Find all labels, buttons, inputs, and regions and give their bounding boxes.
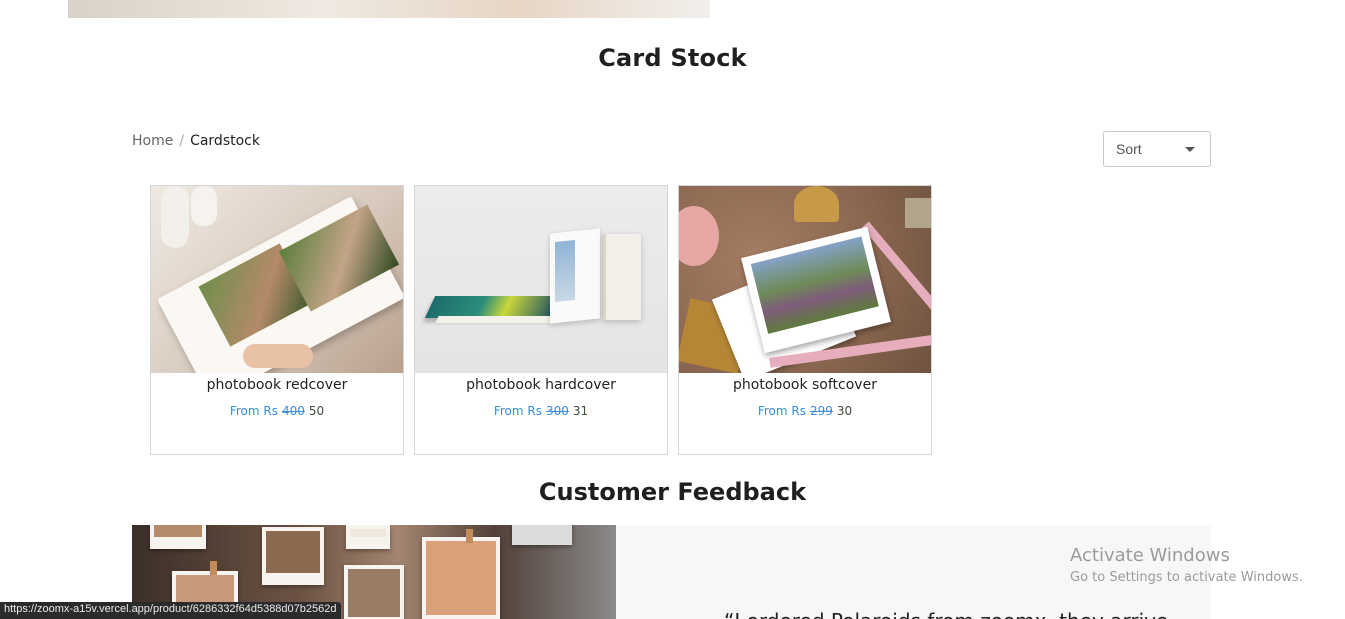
- new-price: 50: [308, 404, 325, 418]
- old-price: 400: [281, 404, 305, 418]
- product-card[interactable]: photobook hardcover From Rs 300 31: [414, 185, 668, 455]
- price-prefix: From Rs: [229, 404, 278, 418]
- feedback-quote: “I ordered Polaroids from zoomx, they ar…: [724, 609, 1168, 619]
- product-price: From Rs 299 30: [758, 404, 852, 418]
- customer-feedback-title: Customer Feedback: [538, 478, 807, 506]
- old-price: 300: [545, 404, 569, 418]
- status-bar-url: https://zoomx-a15v.vercel.app/product/62…: [0, 602, 341, 619]
- product-card[interactable]: photobook redcover From Rs 400 50: [150, 185, 404, 455]
- price-prefix: From Rs: [493, 404, 542, 418]
- activate-windows-subtext: Go to Settings to activate Windows.: [1070, 570, 1303, 585]
- price-prefix: From Rs: [757, 404, 806, 418]
- page-title: Card Stock: [598, 44, 747, 72]
- new-price: 30: [836, 404, 853, 418]
- product-card[interactable]: photobook softcover From Rs 299 30: [678, 185, 932, 455]
- old-price: 299: [809, 404, 833, 418]
- product-name[interactable]: photobook redcover: [207, 377, 348, 393]
- product-image[interactable]: [679, 186, 931, 373]
- product-image[interactable]: [415, 186, 667, 373]
- activate-windows-heading: Activate Windows: [1070, 545, 1230, 566]
- breadcrumb-separator: /: [179, 133, 185, 149]
- chevron-down-icon: [1185, 146, 1195, 152]
- sort-select[interactable]: Sort: [1103, 131, 1211, 167]
- hero-banner-image: [68, 0, 710, 18]
- product-name[interactable]: photobook softcover: [733, 377, 877, 393]
- new-price: 31: [572, 404, 589, 418]
- product-price: From Rs 400 50: [230, 404, 324, 418]
- breadcrumb-current: Cardstock: [190, 133, 260, 149]
- product-grid: photobook redcover From Rs 400 50 photob…: [150, 185, 932, 455]
- windows-activation-watermark: Activate Windows Go to Settings to activ…: [1070, 545, 1303, 585]
- product-image[interactable]: [151, 186, 403, 373]
- sort-label: Sort: [1116, 141, 1142, 157]
- breadcrumb-home-link[interactable]: Home: [132, 133, 173, 149]
- breadcrumb: Home / Cardstock: [132, 133, 260, 149]
- product-price: From Rs 300 31: [494, 404, 588, 418]
- product-name[interactable]: photobook hardcover: [466, 377, 616, 393]
